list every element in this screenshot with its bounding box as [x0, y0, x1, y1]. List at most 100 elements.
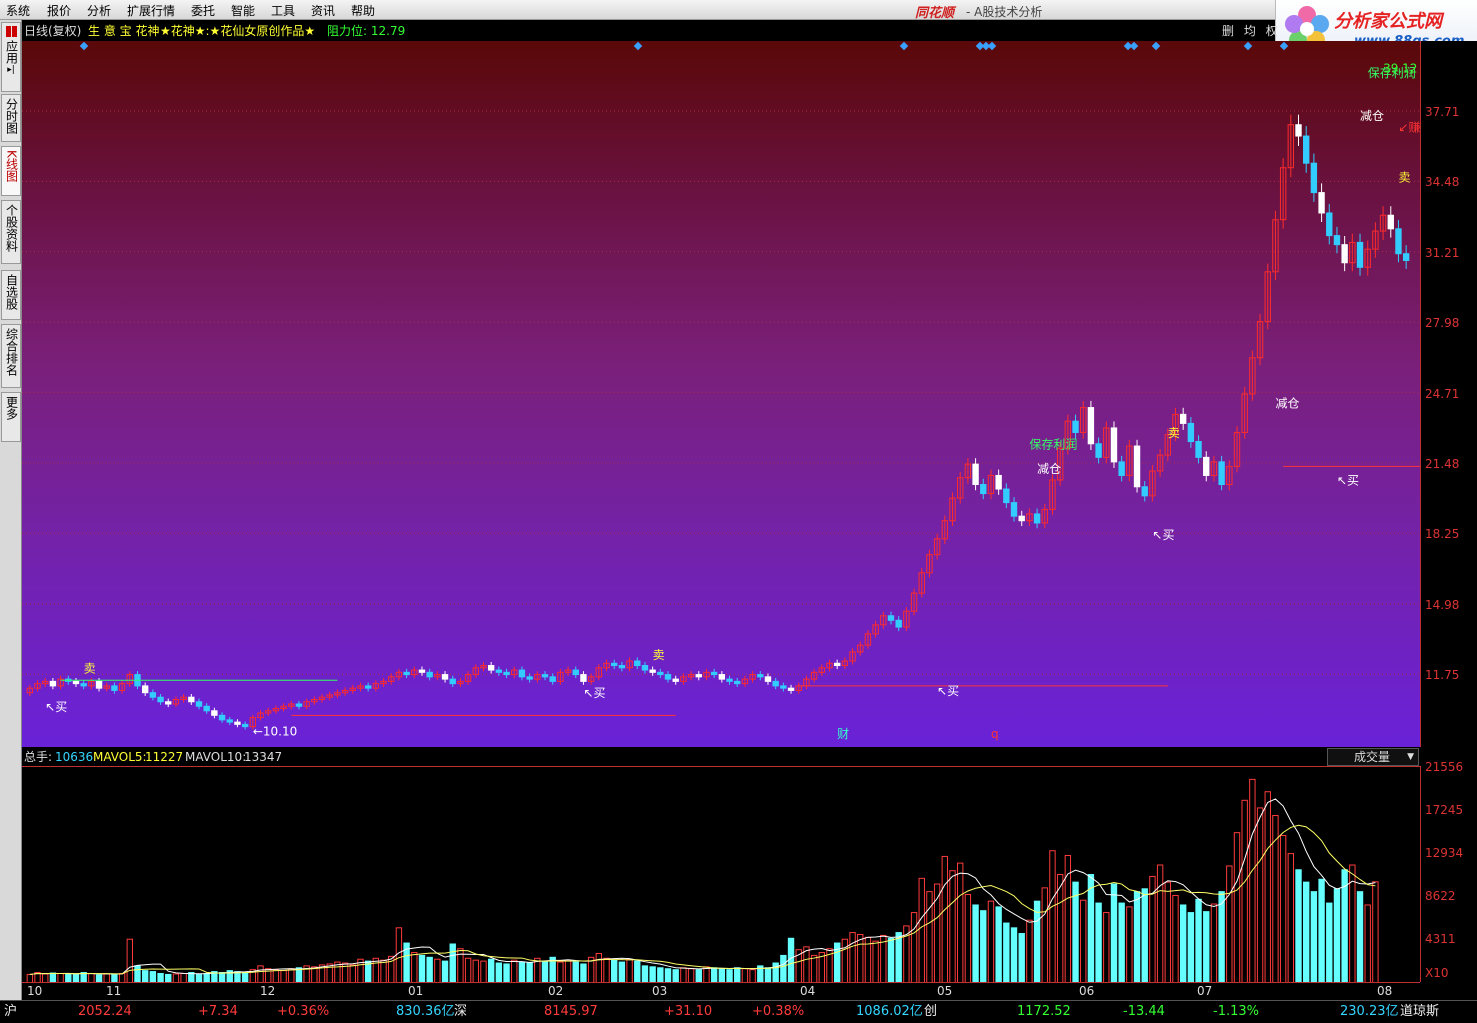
volume-bar: [841, 938, 849, 984]
tab-apps[interactable]: 应用 ▸|: [1, 22, 21, 92]
volume-bar: [611, 959, 618, 984]
date-tick: 08: [1377, 984, 1393, 998]
candle-body: [541, 674, 549, 678]
signal-diamond-icon: [633, 41, 643, 51]
menu-extended[interactable]: 扩展行情: [127, 2, 175, 19]
average-button[interactable]: 均: [1244, 24, 1256, 38]
volume-bar: [764, 967, 772, 984]
window-title: - A股技术分析: [966, 5, 1043, 19]
candle-body: [618, 665, 626, 669]
delete-button[interactable]: 删: [1222, 24, 1234, 38]
tab-watchlist-label: 自选股: [4, 274, 19, 310]
volume-bar: [1287, 853, 1295, 984]
tab-kline[interactable]: K线图: [1, 146, 21, 196]
sz-change: +31.10: [664, 1004, 713, 1019]
candle-body: [1310, 162, 1318, 194]
candle-body: [1333, 235, 1341, 246]
volume-bar: [511, 959, 518, 984]
author-tag: ★花神★:★花仙女原创作品★: [160, 24, 316, 38]
volume-bar: [541, 960, 549, 984]
tab-ranking[interactable]: 综合排名: [1, 324, 21, 388]
menu-quote[interactable]: 报价: [47, 2, 71, 19]
cy-amount: 230.23亿: [1340, 1004, 1399, 1019]
price-chart[interactable]: ↖买卖卖 ↖买 ↖买 ←10.10 保存利润 减仓 减仓卖 ↖买 ↖买 保存利润 39.12 减仓 ↙赚…: [22, 41, 1477, 747]
candle-body: [672, 678, 679, 682]
sell-signal-label: 卖: [84, 661, 96, 675]
volume-bar: [1249, 778, 1256, 984]
volume-bar: [1356, 891, 1364, 984]
volume-bar: [741, 968, 749, 984]
indicator-select[interactable]: 成交量 ▼: [1327, 748, 1419, 766]
buy-signal-label: ↖买: [45, 700, 67, 714]
candle-body: [1395, 228, 1402, 255]
cy-label[interactable]: 创: [924, 1001, 937, 1023]
volume-bar: [1195, 898, 1202, 984]
volume-bar: [526, 962, 533, 984]
sz-label[interactable]: 深: [454, 1001, 467, 1023]
tab-stock-info[interactable]: 个股资料: [1, 200, 21, 264]
signal-diamond-icon: [79, 41, 89, 51]
volume-bar: [787, 937, 795, 984]
total-volume-value: 10636: [55, 750, 94, 764]
date-axis: 10 11 12 01 02 03 04 05 06 07 08: [22, 982, 1420, 1000]
menu-smart[interactable]: 智能: [231, 2, 255, 19]
period-label[interactable]: 日线(复权): [24, 21, 81, 41]
volume-bar: [1033, 900, 1041, 984]
price-high-label: 39.12: [1383, 62, 1417, 76]
sh-change: +7.34: [198, 1004, 238, 1019]
volume-bar: [1056, 874, 1064, 984]
apps-grid-icon: [5, 26, 17, 37]
candle-body: [549, 676, 556, 682]
volume-bar: [1295, 869, 1302, 984]
sh-label[interactable]: 沪: [4, 1001, 17, 1023]
volume-bar: [1103, 912, 1110, 984]
volume-bar: [910, 912, 918, 984]
site-name: 分析家公式网: [1334, 11, 1442, 32]
volume-bar: [1218, 891, 1225, 984]
price-tick: 27.98: [1425, 316, 1460, 330]
menu-news[interactable]: 资讯: [311, 2, 335, 19]
candle-body: [780, 685, 787, 689]
price-tick: 24.71: [1425, 387, 1460, 401]
menu-help[interactable]: 帮助: [351, 2, 375, 19]
tab-intraday[interactable]: 分时图: [1, 94, 21, 142]
volume-bar: [1279, 835, 1287, 984]
menu-order[interactable]: 委托: [191, 2, 215, 19]
candle-body: [580, 674, 587, 682]
volume-bar: [572, 961, 579, 984]
menu-tools[interactable]: 工具: [271, 2, 295, 19]
tab-apps-label: 应用: [4, 40, 19, 64]
volume-bar: [449, 943, 456, 984]
candle-body: [1087, 407, 1095, 445]
sz-amount: 1086.02亿: [856, 1004, 923, 1019]
menu-system[interactable]: 系统: [6, 2, 30, 19]
volume-bar: [749, 969, 756, 984]
volume-bar: [349, 964, 356, 984]
volume-bar: [987, 900, 995, 984]
view-tab-bar: 应用 ▸| 分时图 K线图 个股资料 自选股 综合排名 更多: [0, 20, 22, 1000]
volume-bar: [495, 962, 503, 984]
volume-bar: [1187, 912, 1195, 984]
candle-body: [418, 669, 426, 673]
candle-body: [426, 671, 433, 678]
menu-analysis[interactable]: 分析: [87, 2, 111, 19]
candle-body: [734, 680, 741, 685]
volume-bar: [380, 959, 387, 984]
candle-body: [95, 680, 103, 689]
reduce-position-label: 减仓: [1037, 462, 1061, 476]
date-tick: 02: [548, 984, 564, 998]
dj-label[interactable]: 道琼斯: [1400, 1001, 1439, 1023]
volume-bar: [272, 969, 280, 984]
chevron-down-icon: ▼: [1407, 752, 1414, 762]
total-volume-label: 总手:: [24, 750, 53, 764]
rights-button[interactable]: 权: [1266, 24, 1278, 38]
candle-body: [1003, 488, 1010, 504]
candle-body: [649, 669, 656, 673]
tab-watchlist[interactable]: 自选股: [1, 270, 21, 320]
volume-bar: [464, 957, 472, 984]
volume-bar: [1241, 799, 1248, 984]
volume-plot-area[interactable]: [22, 766, 1420, 984]
price-plot-area[interactable]: ↖买卖卖 ↖买 ↖买 ←10.10 保存利润 减仓 减仓卖 ↖买 ↖买 保存利润 39.12 减仓 ↙赚…: [22, 41, 1460, 747]
price-tick: 21.48: [1425, 457, 1460, 471]
tab-more[interactable]: 更多: [1, 392, 21, 442]
